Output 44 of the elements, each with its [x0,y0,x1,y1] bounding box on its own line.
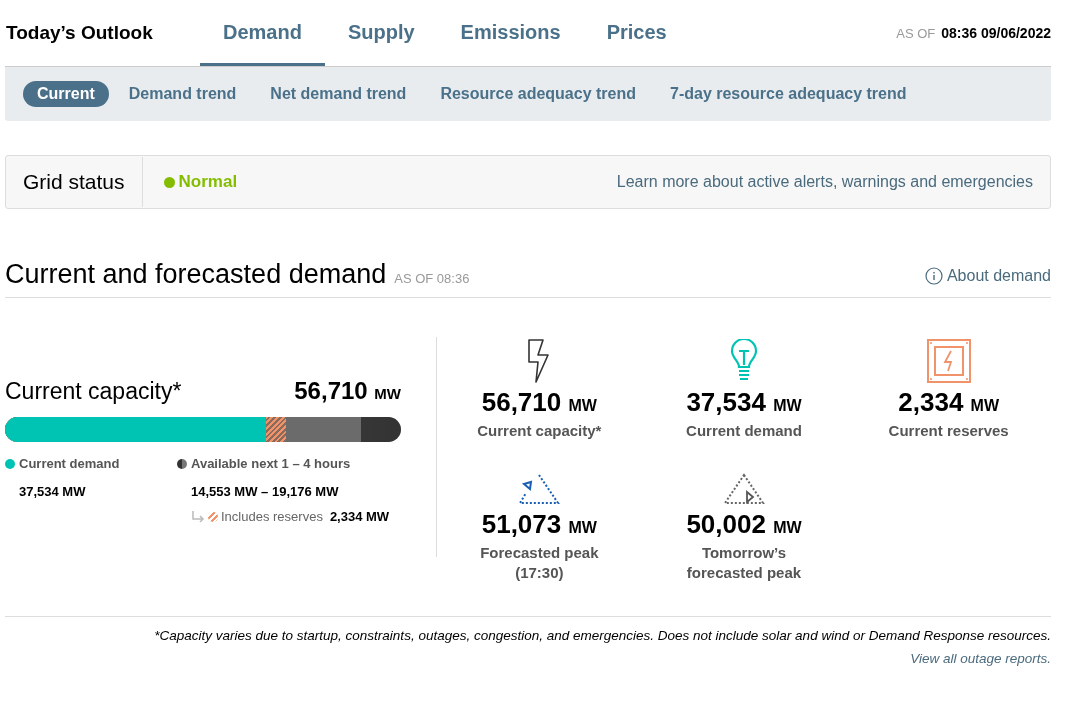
return-arrow-icon [191,510,205,523]
info-icon [924,267,943,285]
sub-tab[interactable]: Demand trend [114,81,251,107]
stat-label: Current capacity* [476,421,603,441]
sub-tab[interactable]: 7-day resource adequacy trend [656,81,921,107]
stat-value: 50,002 MW [686,511,802,537]
nav-tab[interactable]: Prices [583,0,690,66]
legend-value: 37,534 MW [19,482,87,501]
about-demand-link[interactable]: About demand [924,264,1051,288]
peak-triangle-icon [518,473,561,505]
stat-value: 37,534 MW [686,389,802,415]
electrical-panel-icon [926,339,971,383]
grid-status-label: Grid status [6,157,143,207]
alerts-link[interactable]: Learn more about active alerts, warnings and emergencies [616,170,1050,194]
light-bulb-icon [730,339,758,383]
capacity-value: 56,710 MW [294,376,401,406]
sub-tab[interactable]: Net demand trend [256,81,421,107]
stat-label: Tomorrow’s forecasted peak [685,543,803,583]
stat-value: 2,334 MW [898,389,1000,415]
legend-label: Current demand [19,455,120,473]
outage-reports-link[interactable]: View all outage reports. [910,649,1051,670]
sub-tab[interactable]: Resource adequacy trend [426,81,650,107]
hatched-swatch-icon [208,511,218,522]
page-title: Today’s Outlook [5,20,154,45]
section-as-of: AS OF 08:36 [394,269,470,288]
capacity-title: Current capacity* [5,377,182,406]
grid-status-value: Normal [178,171,238,194]
section-title: Current and forecasted demand [5,261,387,288]
reserves-note-value: 2,334 MW [329,508,390,526]
as-of-timestamp: 08:36 09/06/2022 [941,23,1051,43]
stat-label: Current reserves [887,421,1010,441]
legend-value: 14,553 MW – 19,176 MW [191,482,340,501]
nav-tab[interactable]: Emissions [437,0,584,66]
stat-value: 56,710 MW [481,389,597,415]
as-of-label: AS OF [896,24,936,43]
nav-tab[interactable]: Supply [324,0,438,66]
stat-label: Current demand [685,421,803,441]
reserves-note-label: Includes reserves [221,508,323,526]
peak-triangle-icon [723,473,765,505]
stat-label: Forecasted peak (17:30) [479,543,600,583]
legend-label: Available next 1 – 4 hours [191,455,351,473]
sub-tab[interactable]: Current [23,81,109,107]
footnote: *Capacity varies due to startup, constraints, outages, congestion, and emergencies. Does not include solar and wind or Demand Response resources. [153,627,1051,645]
stat-value: 51,073 MW [481,511,597,537]
